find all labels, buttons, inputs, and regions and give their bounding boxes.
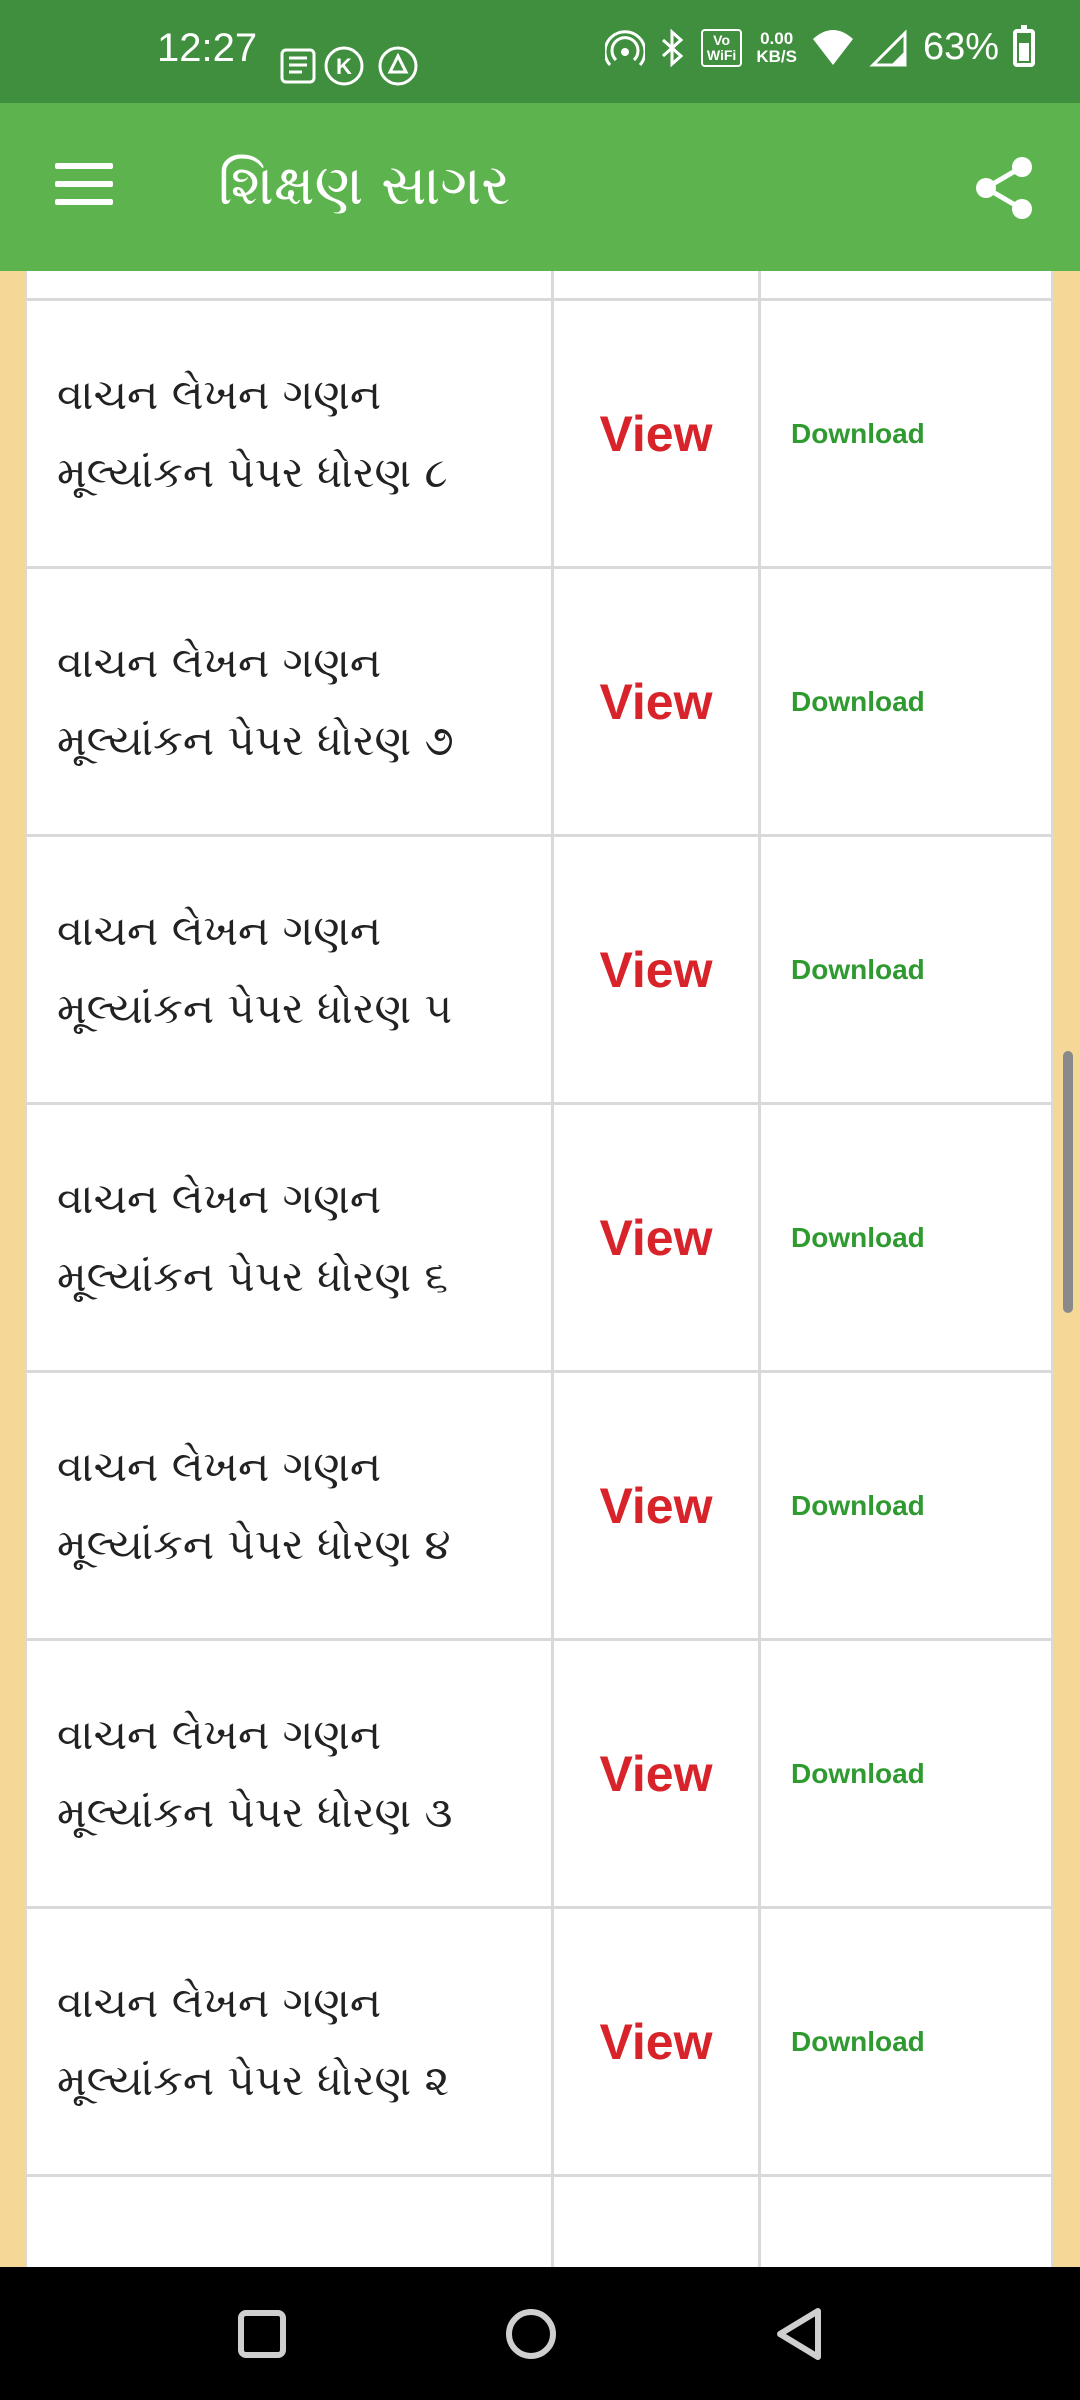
- download-link[interactable]: Download: [791, 954, 925, 986]
- vowifi-label-top: Vo: [713, 31, 731, 48]
- download-link[interactable]: Download: [791, 1758, 925, 1790]
- row-title: વાચન લેખન ગણન મૂલ્યાંકન પેપર ધોરણ ૭: [57, 637, 454, 765]
- menu-line: [55, 163, 113, 169]
- notification-icons: K: [280, 46, 418, 86]
- view-cell: [554, 271, 761, 298]
- status-time: 12:27: [157, 26, 258, 70]
- download-link[interactable]: Download: [791, 2026, 925, 2058]
- row-title: વાચન લેખન ગણન મૂલ્યાંકન પેપર ધોરણ ૮: [57, 369, 448, 497]
- system-nav-bar: [0, 2267, 1080, 2400]
- view-cell: View: [554, 837, 761, 1102]
- drive-icon: [378, 46, 418, 86]
- download-cell: [761, 2177, 1051, 2267]
- netspeed-value: 0.00: [760, 28, 794, 48]
- view-link[interactable]: View: [599, 1209, 712, 1267]
- title-cell: [27, 271, 554, 298]
- view-link[interactable]: View: [599, 1477, 712, 1535]
- view-cell: View: [554, 1105, 761, 1370]
- view-link[interactable]: View: [599, 673, 712, 731]
- k-app-icon: K: [324, 46, 364, 86]
- download-cell: [761, 271, 1051, 298]
- signal-icon: [869, 28, 907, 66]
- title-cell: વાચન લેખન ગણન મૂલ્યાંકન પેપર ધોરણ ૩: [27, 1641, 554, 1906]
- download-cell: Download: [761, 1105, 1051, 1370]
- battery-percent: 63%: [922, 26, 999, 68]
- table-row: વાચન લેખન ગણન મૂલ્યાંકન પેપર ધોરણ ૭ View…: [27, 569, 1051, 837]
- table-row: વાચન લેખન ગણન મૂલ્યાંકન પેપર ધોરણ ૮ View…: [27, 301, 1051, 569]
- table-row: વાચન લેખન ગણન મૂલ્યાંકન પેપર ધોરણ ૬ View…: [27, 1105, 1051, 1373]
- title-cell: વાચન લેખન ગણન મૂલ્યાંકન પેપર ધોરણ ૫: [27, 837, 554, 1102]
- title-cell: વાચન લેખન ગણન મૂલ્યાંકન પેપર ધોરણ ૭: [27, 569, 554, 834]
- download-cell: Download: [761, 569, 1051, 834]
- battery-icon: [1013, 24, 1035, 67]
- menu-line: [55, 199, 113, 205]
- view-link[interactable]: View: [599, 941, 712, 999]
- share-icon[interactable]: [970, 153, 1040, 223]
- status-right-icons: Vo WiFi 0.00 KB/S 63%: [604, 24, 1035, 69]
- hotspot-icon: [604, 29, 645, 66]
- recents-square-icon[interactable]: [227, 2299, 297, 2369]
- vowifi-icon: Vo WiFi: [700, 28, 743, 67]
- table-row-partial: [27, 2177, 1051, 2267]
- row-title: વાચન લેખન ગણન મૂલ્યાંકન પેપર ધોરણ ૪: [57, 1441, 451, 1569]
- menu-line: [55, 181, 113, 187]
- table-row: વાચન લેખન ગણન મૂલ્યાંકન પેપર ધોરણ ૨ View…: [27, 1909, 1051, 2177]
- table-row: વાચન લેખન ગણન મૂલ્યાંકન પેપર ધોરણ ૪ View…: [27, 1373, 1051, 1641]
- download-link[interactable]: Download: [791, 686, 925, 718]
- row-title: વાચન લેખન ગણન મૂલ્યાંકન પેપર ધોરણ ૩: [57, 1709, 453, 1837]
- title-cell: વાચન લેખન ગણન મૂલ્યાંકન પેપર ધોરણ ૨: [27, 1909, 554, 2174]
- status-bar: 12:27 K Vo WiFi 0.00 KB/S 63%: [0, 0, 1080, 103]
- hamburger-menu-icon[interactable]: [55, 163, 113, 213]
- app-bar: શિક્ષણ સાગર: [0, 103, 1080, 271]
- svg-text:K: K: [336, 54, 352, 79]
- title-cell: વાચન લેખન ગણન મૂલ્યાંકન પેપર ધોરણ ૮: [27, 301, 554, 566]
- view-link[interactable]: View: [599, 2013, 712, 2071]
- download-cell: Download: [761, 1641, 1051, 1906]
- view-cell: View: [554, 1909, 761, 2174]
- download-cell: Download: [761, 301, 1051, 566]
- wifi-icon: [812, 29, 853, 65]
- view-cell: View: [554, 1641, 761, 1906]
- scrollbar-thumb[interactable]: [1063, 1051, 1073, 1313]
- row-title: વાચન લેખન ગણન મૂલ્યાંકન પેપર ધોરણ ૬: [57, 1173, 448, 1301]
- view-cell: View: [554, 1373, 761, 1638]
- title-cell: વાચન લેખન ગણન મૂલ્યાંકન પેપર ધોરણ ૬: [27, 1105, 554, 1370]
- view-cell: View: [554, 301, 761, 566]
- network-speed: 0.00 KB/S: [756, 28, 797, 66]
- download-cell: Download: [761, 1373, 1051, 1638]
- title-cell: [27, 2177, 554, 2267]
- table-row: વાચન લેખન ગણન મૂલ્યાંકન પેપર ધોરણ ૫ View…: [27, 837, 1051, 1105]
- table-row: વાચન લેખન ગણન મૂલ્યાંકન પેપર ધોરણ ૩ View…: [27, 1641, 1051, 1909]
- status-left-icons: K: [280, 44, 430, 93]
- content-scroll-area[interactable]: વાચન લેખન ગણન મૂલ્યાંકન પેપર ધોરણ ૮ View…: [25, 271, 1053, 2267]
- table-row-partial: [27, 271, 1051, 301]
- row-title: વાચન લેખન ગણન મૂલ્યાંકન પેપર ધોરણ ૫: [57, 905, 453, 1033]
- vowifi-label-bottom: WiFi: [706, 46, 737, 63]
- download-cell: Download: [761, 837, 1051, 1102]
- bluetooth-icon: [661, 28, 684, 67]
- view-link[interactable]: View: [599, 1745, 712, 1803]
- view-cell: View: [554, 569, 761, 834]
- home-circle-icon[interactable]: [496, 2299, 566, 2369]
- view-cell: [554, 2177, 761, 2267]
- download-link[interactable]: Download: [791, 1490, 925, 1522]
- download-link[interactable]: Download: [791, 418, 925, 450]
- download-cell: Download: [761, 1909, 1051, 2174]
- netspeed-unit: KB/S: [756, 46, 797, 66]
- back-triangle-icon[interactable]: [766, 2299, 836, 2369]
- download-link[interactable]: Download: [791, 1222, 925, 1254]
- view-link[interactable]: View: [599, 405, 712, 463]
- title-cell: વાચન લેખન ગણન મૂલ્યાંકન પેપર ધોરણ ૪: [27, 1373, 554, 1638]
- app-title: શિક્ષણ સાગર: [218, 153, 511, 218]
- download-table: વાચન લેખન ગણન મૂલ્યાંકન પેપર ધોરણ ૮ View…: [27, 271, 1051, 2267]
- news-icon: [280, 48, 316, 84]
- row-title: વાચન લેખન ગણન મૂલ્યાંકન પેપર ધોરણ ૨: [57, 1977, 450, 2105]
